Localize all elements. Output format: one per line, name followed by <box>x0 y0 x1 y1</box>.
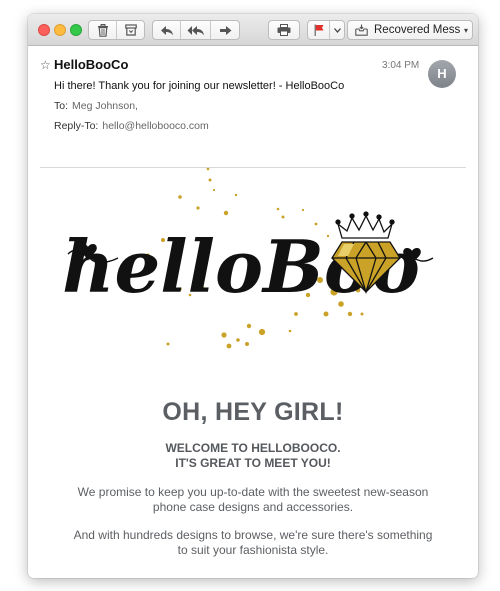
avatar: H <box>428 60 456 88</box>
welcome-headline: OH, HEY GIRL! <box>162 398 344 426</box>
print-button[interactable] <box>269 21 299 39</box>
browse-line-1: And with hundreds designs to browse, we'… <box>73 528 433 542</box>
move-to-mailbox-select[interactable]: Recovered Mess… ▾ <box>347 20 473 40</box>
reply-group <box>152 20 240 40</box>
minimize-window-button[interactable] <box>54 24 66 36</box>
star-icon[interactable]: ☆ <box>40 58 51 72</box>
forward-button[interactable] <box>211 21 239 39</box>
to-label: To: <box>54 100 69 112</box>
flag-button[interactable] <box>308 21 330 39</box>
welcome-line-1: WELCOME TO HELLOBOOCO. <box>165 441 341 455</box>
reply-to-label: Reply-To: <box>54 120 99 132</box>
zoom-window-button[interactable] <box>70 24 82 36</box>
to-value[interactable]: Meg Johnson, <box>72 100 138 112</box>
mailbox-select-label: Recovered Mess… <box>374 24 460 36</box>
welcome-subheading: WELCOME TO HELLOBOOCO. IT'S GREAT TO MEE… <box>28 441 478 471</box>
close-window-button[interactable] <box>38 24 50 36</box>
delete-archive-group <box>88 20 145 40</box>
trash-icon <box>97 23 108 37</box>
sender-name: HelloBooCo <box>54 57 129 72</box>
reply-all-button[interactable] <box>181 21 211 39</box>
message-header: ☆ HelloBooCo 3:04 PM H Hi there! Thank y… <box>28 47 478 168</box>
forward-icon <box>219 25 231 35</box>
reply-to-row: Reply-To: hello@hellobooco.com <box>54 120 209 132</box>
promise-line-2: phone case designs and accessories. <box>152 500 354 514</box>
browse-paragraph: And with hundreds designs to browse, we'… <box>48 528 458 558</box>
message-subject: Hi there! Thank you for joining our news… <box>54 80 345 92</box>
flag-menu-button[interactable] <box>330 21 344 39</box>
hellobooco-logo: helloBoo <box>62 167 434 349</box>
mailbox-icon <box>348 24 374 36</box>
message-time: 3:04 PM <box>382 60 420 71</box>
reply-icon <box>160 25 173 35</box>
promise-paragraph: We promise to keep you up-to-date with t… <box>48 485 458 515</box>
chevron-down-icon: ▾ <box>463 25 468 35</box>
flag-group <box>307 20 345 40</box>
reply-all-icon <box>187 25 204 35</box>
print-icon <box>277 24 291 36</box>
mail-window: Recovered Mess… ▾ ☆ HelloBooCo 3:04 PM H… <box>28 14 478 578</box>
promise-line-1: We promise to keep you up-to-date with t… <box>77 485 429 499</box>
browse-line-2: to suit your fashionista style. <box>177 543 329 557</box>
archive-button[interactable] <box>117 21 144 39</box>
toolbar: Recovered Mess… ▾ <box>28 14 478 46</box>
reply-button[interactable] <box>153 21 181 39</box>
chevron-down-icon <box>333 27 341 33</box>
welcome-line-2: IT'S GREAT TO MEET YOU! <box>175 456 331 470</box>
archive-icon <box>124 24 137 36</box>
print-group <box>268 20 300 40</box>
reply-to-value[interactable]: hello@hellobooco.com <box>102 120 208 132</box>
flag-icon <box>314 24 323 36</box>
delete-button[interactable] <box>89 21 117 39</box>
to-row: To: Meg Johnson, <box>54 100 138 112</box>
